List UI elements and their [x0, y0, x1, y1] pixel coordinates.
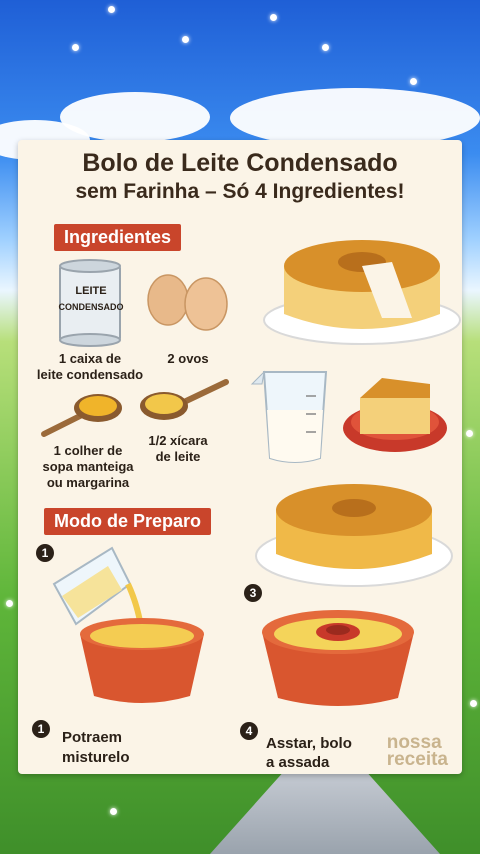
- step-4-text-line-2: a assada: [266, 754, 330, 771]
- eggs-icon: [147, 274, 228, 331]
- ingredient-eggs-label: 2 ovos: [167, 351, 209, 366]
- ingredient-butter-line-3: ou margarina: [46, 475, 130, 490]
- ingredients-banner: Ingredientes: [54, 224, 182, 251]
- ingredient-condensed-milk-line-2: leite condensado: [36, 367, 144, 382]
- step-3-number: 3: [244, 584, 262, 602]
- snowflake: [110, 808, 117, 815]
- can-label-line-1: LEITE: [75, 285, 107, 297]
- step-1-text-line-2: misturelo: [62, 749, 130, 766]
- snowflake: [108, 6, 115, 13]
- butter-spoon-icon: [41, 394, 122, 437]
- measuring-cup-icon: [250, 370, 328, 463]
- ingredient-milk-line-1: 1/2 xícara: [148, 433, 208, 448]
- bundt-pan-icon: [262, 610, 414, 706]
- milk-spoon-icon: [140, 379, 229, 420]
- finished-cake-icon: [255, 484, 453, 587]
- can-label-line-2: CONDENSADO: [58, 302, 124, 312]
- cake-slice-icon: [343, 378, 447, 452]
- preparation-banner: Modo de Preparo: [44, 508, 212, 535]
- watermark-line-2: receita: [386, 749, 448, 770]
- snowflake: [6, 600, 13, 607]
- recipe-card: Bolo de Leite Condensado sem Farinha – S…: [18, 140, 462, 774]
- step-1-bottom-number: 1: [32, 720, 50, 738]
- step-1-text-line-1: Potraem: [62, 729, 123, 746]
- recipe-title: Bolo de Leite Condensado sem Farinha – S…: [18, 148, 462, 206]
- cake-on-plate-icon: [263, 240, 461, 345]
- cloud: [230, 88, 480, 148]
- snowflake: [470, 700, 477, 707]
- ingredient-milk-line-2: de leite: [155, 449, 201, 464]
- step-4-text-line-1: Asstar, bolo: [266, 735, 352, 752]
- snowflake: [410, 78, 417, 85]
- snowflake: [72, 44, 79, 51]
- pouring-batter-icon: [52, 546, 204, 703]
- title-line-2: sem Farinha – Só 4 Ingredientes!: [75, 180, 405, 203]
- title-line-1: Bolo de Leite Condensado: [82, 149, 398, 177]
- snowflake: [270, 14, 277, 21]
- step-4-number: 4: [240, 722, 258, 740]
- snowflake: [466, 430, 473, 437]
- ingredient-condensed-milk-line-1: 1 caixa de: [58, 351, 122, 366]
- watermark: nossa receita: [386, 733, 448, 770]
- snowflake: [322, 44, 329, 51]
- snowflake: [182, 36, 189, 43]
